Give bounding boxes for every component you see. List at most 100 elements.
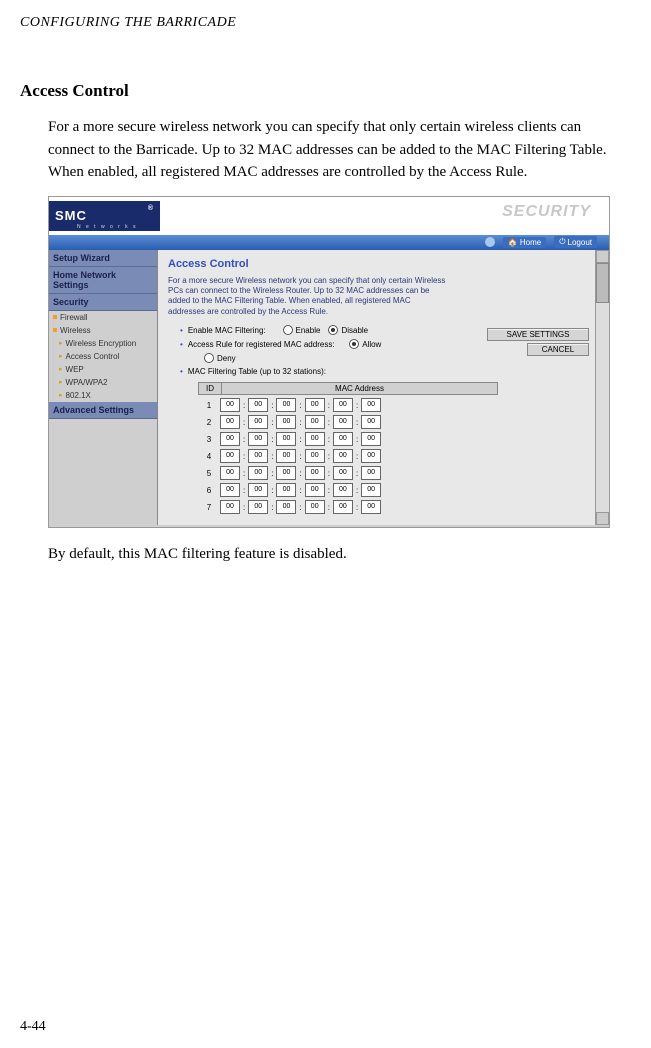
mac-octet-input[interactable]: 00 [333,415,353,429]
mac-octet-input[interactable]: 00 [248,398,268,412]
nav-access-control[interactable]: ▸Access Control [49,350,157,363]
logout-button[interactable]: ⏻ Logout [554,236,597,248]
home-button[interactable]: 🏠 Home [503,237,546,248]
mac-octet-input[interactable]: 00 [220,483,240,497]
colon-separator: : [296,401,304,410]
nav-firewall[interactable]: Firewall [49,311,157,324]
enable-radio[interactable] [283,325,293,335]
nav-item-label: Wireless Encryption [66,339,137,348]
mac-octet-input[interactable]: 00 [333,483,353,497]
scroll-thumb[interactable] [596,263,609,303]
colon-separator: : [240,452,248,461]
nav-wireless[interactable]: Wireless [49,324,157,337]
mac-octet-input[interactable]: 00 [305,483,325,497]
colon-separator: : [268,401,276,410]
mac-octet-input[interactable]: 00 [276,415,296,429]
mac-octet-input[interactable]: 00 [248,432,268,446]
mac-octet-input[interactable]: 00 [305,415,325,429]
enable-option: Enable [296,326,321,335]
mac-octet-input[interactable]: 00 [361,449,381,463]
page-number: 4-44 [20,1019,46,1035]
nav-8021x[interactable]: ▸802.1X [49,389,157,402]
mac-octet-input[interactable]: 00 [361,415,381,429]
sidebar: Setup Wizard Home Network Settings Secur… [49,250,158,525]
bullet-icon [53,328,57,332]
mac-octet-input[interactable]: 00 [276,449,296,463]
mac-cells: 00:00:00:00:00:00 [220,449,498,463]
table-label: MAC Filtering Table (up to 32 stations): [188,367,326,376]
mac-octet-input[interactable]: 00 [248,466,268,480]
colon-separator: : [353,435,361,444]
mac-octet-input[interactable]: 00 [361,483,381,497]
mac-octet-input[interactable]: 00 [333,449,353,463]
nav-wpa[interactable]: ▸WPA/WPA2 [49,376,157,389]
content-description: For a more secure Wireless network you c… [168,276,448,318]
deny-radio[interactable] [204,353,214,363]
allow-radio[interactable] [349,339,359,349]
mac-octet-input[interactable]: 00 [276,432,296,446]
deny-option: Deny [217,354,236,363]
nav-security[interactable]: Security [49,294,157,311]
save-settings-button[interactable]: SAVE SETTINGS [487,328,589,341]
ui-topbar: 🏠 Home ⏻ Logout [49,235,609,250]
mac-octet-input[interactable]: 00 [333,466,353,480]
colon-separator: : [268,503,276,512]
nav-setup-wizard[interactable]: Setup Wizard [49,250,157,267]
disable-radio[interactable] [328,325,338,335]
nav-advanced[interactable]: Advanced Settings [49,402,157,419]
mac-octet-input[interactable]: 00 [220,500,240,514]
bullet-icon: • [180,326,183,335]
row-id: 7 [198,503,220,512]
mac-octet-input[interactable]: 00 [276,483,296,497]
nav-home-network[interactable]: Home Network Settings [49,267,157,294]
mac-octet-input[interactable]: 00 [305,398,325,412]
mac-filtering-table: ID MAC Address 100:00:00:00:00:00200:00:… [198,382,498,514]
nav-wireless-encryption[interactable]: ▸Wireless Encryption [49,337,157,350]
mac-octet-input[interactable]: 00 [276,398,296,412]
nav-item-label: Access Control [66,352,120,361]
mac-octet-input[interactable]: 00 [361,500,381,514]
mac-octet-input[interactable]: 00 [361,466,381,480]
colon-separator: : [268,452,276,461]
arrow-icon: ▸ [59,378,63,386]
colon-separator: : [296,418,304,427]
colon-separator: : [353,469,361,478]
colon-separator: : [353,503,361,512]
logo-subtitle: N e t w o r k s [77,224,138,230]
mac-octet-input[interactable]: 00 [276,500,296,514]
mac-octet-input[interactable]: 00 [220,415,240,429]
mac-octet-input[interactable]: 00 [305,449,325,463]
cancel-button[interactable]: CANCEL [527,343,589,356]
mac-octet-input[interactable]: 00 [248,483,268,497]
scroll-down-arrow[interactable] [596,512,609,525]
mac-octet-input[interactable]: 00 [305,466,325,480]
mac-octet-input[interactable]: 00 [361,432,381,446]
mac-octet-input[interactable]: 00 [333,500,353,514]
colon-separator: : [296,452,304,461]
mac-octet-input[interactable]: 00 [248,415,268,429]
mac-cells: 00:00:00:00:00:00 [220,398,498,412]
mac-octet-input[interactable]: 00 [220,466,240,480]
nav-item-label: 802.1X [66,391,91,400]
mac-octet-input[interactable]: 00 [248,449,268,463]
save-cancel-group: SAVE SETTINGS CANCEL [487,328,589,356]
vertical-scrollbar[interactable] [595,250,609,525]
mac-octet-input[interactable]: 00 [305,432,325,446]
table-row: 400:00:00:00:00:00 [198,449,498,463]
mac-octet-input[interactable]: 00 [276,466,296,480]
mac-octet-input[interactable]: 00 [361,398,381,412]
colon-separator: : [296,486,304,495]
mac-octet-input[interactable]: 00 [333,432,353,446]
mac-octet-input[interactable]: 00 [220,432,240,446]
mac-octet-input[interactable]: 00 [248,500,268,514]
nav-wep[interactable]: ▸WEP [49,363,157,376]
mac-octet-input[interactable]: 00 [305,500,325,514]
colon-separator: : [296,435,304,444]
row-id: 2 [198,418,220,427]
colon-separator: : [268,486,276,495]
mac-octet-input[interactable]: 00 [220,398,240,412]
mac-octet-input[interactable]: 00 [333,398,353,412]
scroll-up-arrow[interactable] [596,250,609,263]
mac-octet-input[interactable]: 00 [220,449,240,463]
bullet-icon: • [180,367,183,376]
